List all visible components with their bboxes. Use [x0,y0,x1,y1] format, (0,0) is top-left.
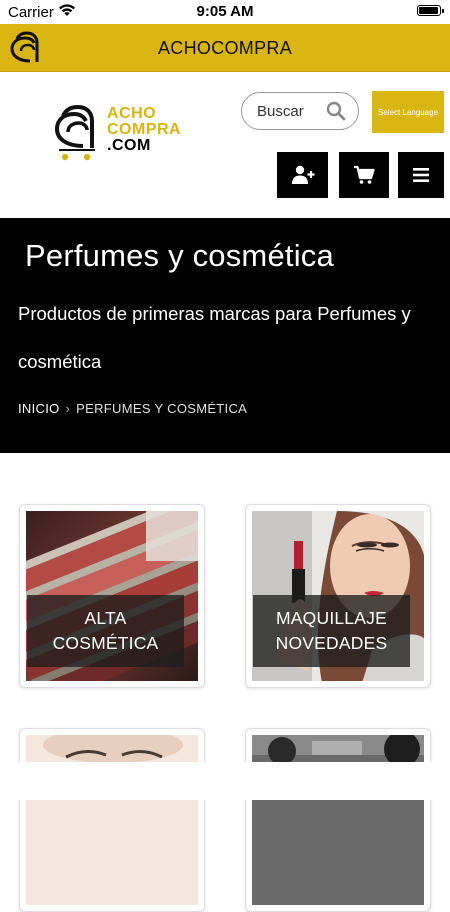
category-grid: ALTA COSMÉTICA MAQUILLAJE NOVEDADES [0,504,450,912]
category-card-4[interactable] [245,728,431,912]
site-header: ACHO COMPRA .COM Buscar Select Language [0,72,450,218]
app-bar: ACHOCOMPRA [0,24,450,72]
language-selector[interactable]: Select Language [372,91,444,133]
category-hero: Perfumes y cosmética Productos de primer… [0,218,450,453]
logo-a-icon [54,104,95,161]
breadcrumb: INICIO › PERFUMES Y COSMÉTICA [18,401,247,416]
logo-line-1: ACHO [107,105,157,122]
menu-icon [413,168,429,182]
category-label-line-2: COSMÉTICA [52,633,159,653]
category-card-alta-cosmetica[interactable]: ALTA COSMÉTICA [19,504,205,688]
search-icon[interactable] [326,101,346,121]
clock: 9:05 AM [196,3,254,20]
page-title: Perfumes y cosmética [25,238,334,273]
category-label: ALTA COSMÉTICA [27,595,184,667]
category-card-maquillaje-novedades[interactable]: MAQUILLAJE NOVEDADES [245,504,431,688]
add-user-icon [291,165,314,184]
search-input[interactable]: Buscar [257,103,304,120]
category-label-line-2: NOVEDADES [275,633,388,653]
screen-bottom [0,762,450,800]
cart-icon [354,165,375,184]
category-card-3[interactable] [19,728,205,912]
register-button[interactable] [277,152,328,198]
category-label-line-1: ALTA [84,608,127,628]
search-box[interactable]: Buscar [241,92,359,130]
page-subtitle: Productos de primeras marcas para Perfum… [18,303,411,372]
bw-photo-image [252,735,424,905]
status-bar: Carrier 9:05 AM [0,0,450,24]
logo-line-2: COMPRA [107,121,182,138]
cart-button[interactable] [339,152,389,198]
battery-icon [417,5,444,16]
menu-button[interactable] [398,152,444,198]
logo-line-3: .COM [107,137,151,154]
breadcrumb-home[interactable]: INICIO [18,401,60,416]
site-logo[interactable]: ACHO COMPRA .COM [49,102,181,162]
category-label-line-1: MAQUILLAJE [276,608,387,628]
model-face-image [26,735,198,905]
breadcrumb-current: PERFUMES Y COSMÉTICA [76,401,248,416]
app-title: ACHOCOMPRA [157,38,292,58]
logo-wordmark: ACHO COMPRA .COM [107,106,181,154]
category-label: MAQUILLAJE NOVEDADES [253,595,410,667]
chevron-right-icon: › [65,401,71,416]
